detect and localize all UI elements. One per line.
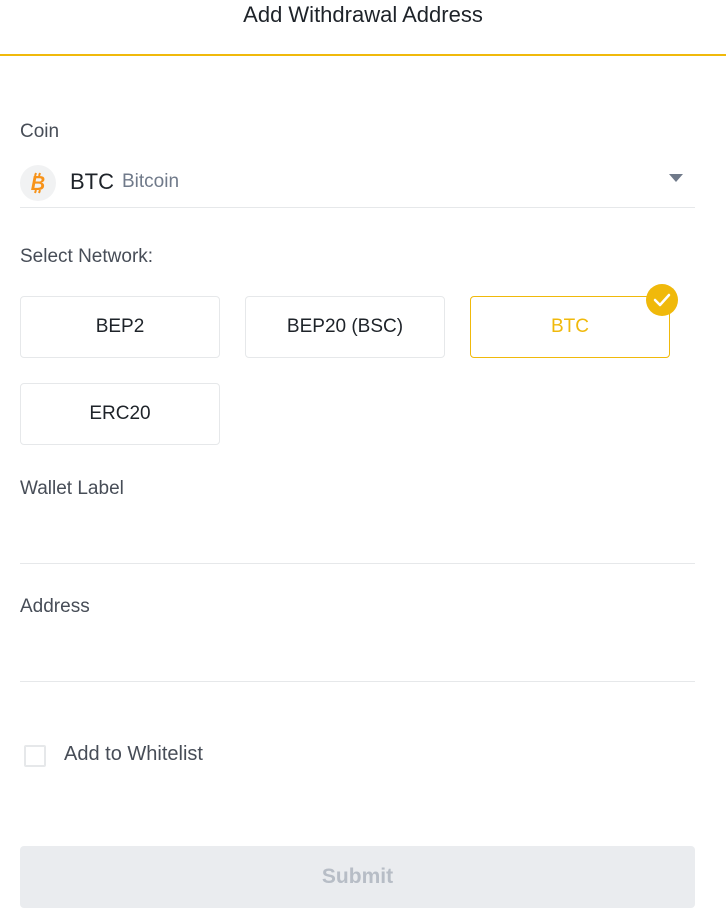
coin-symbol: BTC — [70, 169, 114, 194]
address-label: Address — [20, 596, 90, 617]
coin-label: Coin — [20, 121, 60, 142]
coin-name: Bitcoin — [122, 171, 180, 192]
bitcoin-icon: B — [20, 165, 56, 201]
whitelist-label[interactable]: Add to Whitelist — [64, 743, 203, 766]
caret-down-icon[interactable] — [669, 173, 683, 183]
address-input[interactable] — [20, 638, 695, 682]
wallet-label-input[interactable] — [20, 520, 695, 564]
submit-button[interactable]: Submit — [20, 846, 695, 908]
network-option-bep20[interactable]: BEP20 (BSC) — [245, 296, 445, 358]
wallet-label-label: Wallet Label — [20, 478, 124, 499]
whitelist-checkbox[interactable] — [24, 745, 46, 767]
network-option-erc20[interactable]: ERC20 — [20, 383, 220, 445]
network-option-label: BTC — [551, 316, 589, 337]
modal-title: Add Withdrawal Address — [243, 2, 483, 27]
network-label: Select Network: — [20, 246, 154, 267]
checkmark-icon — [646, 284, 678, 316]
network-option-btc[interactable]: BTC — [470, 284, 678, 358]
svg-text:B: B — [31, 173, 45, 194]
modal-header: Add Withdrawal Address — [0, 0, 726, 56]
network-option-bep2[interactable]: BEP2 — [20, 296, 220, 358]
coin-select[interactable]: B BTC Bitcoin — [20, 160, 695, 208]
